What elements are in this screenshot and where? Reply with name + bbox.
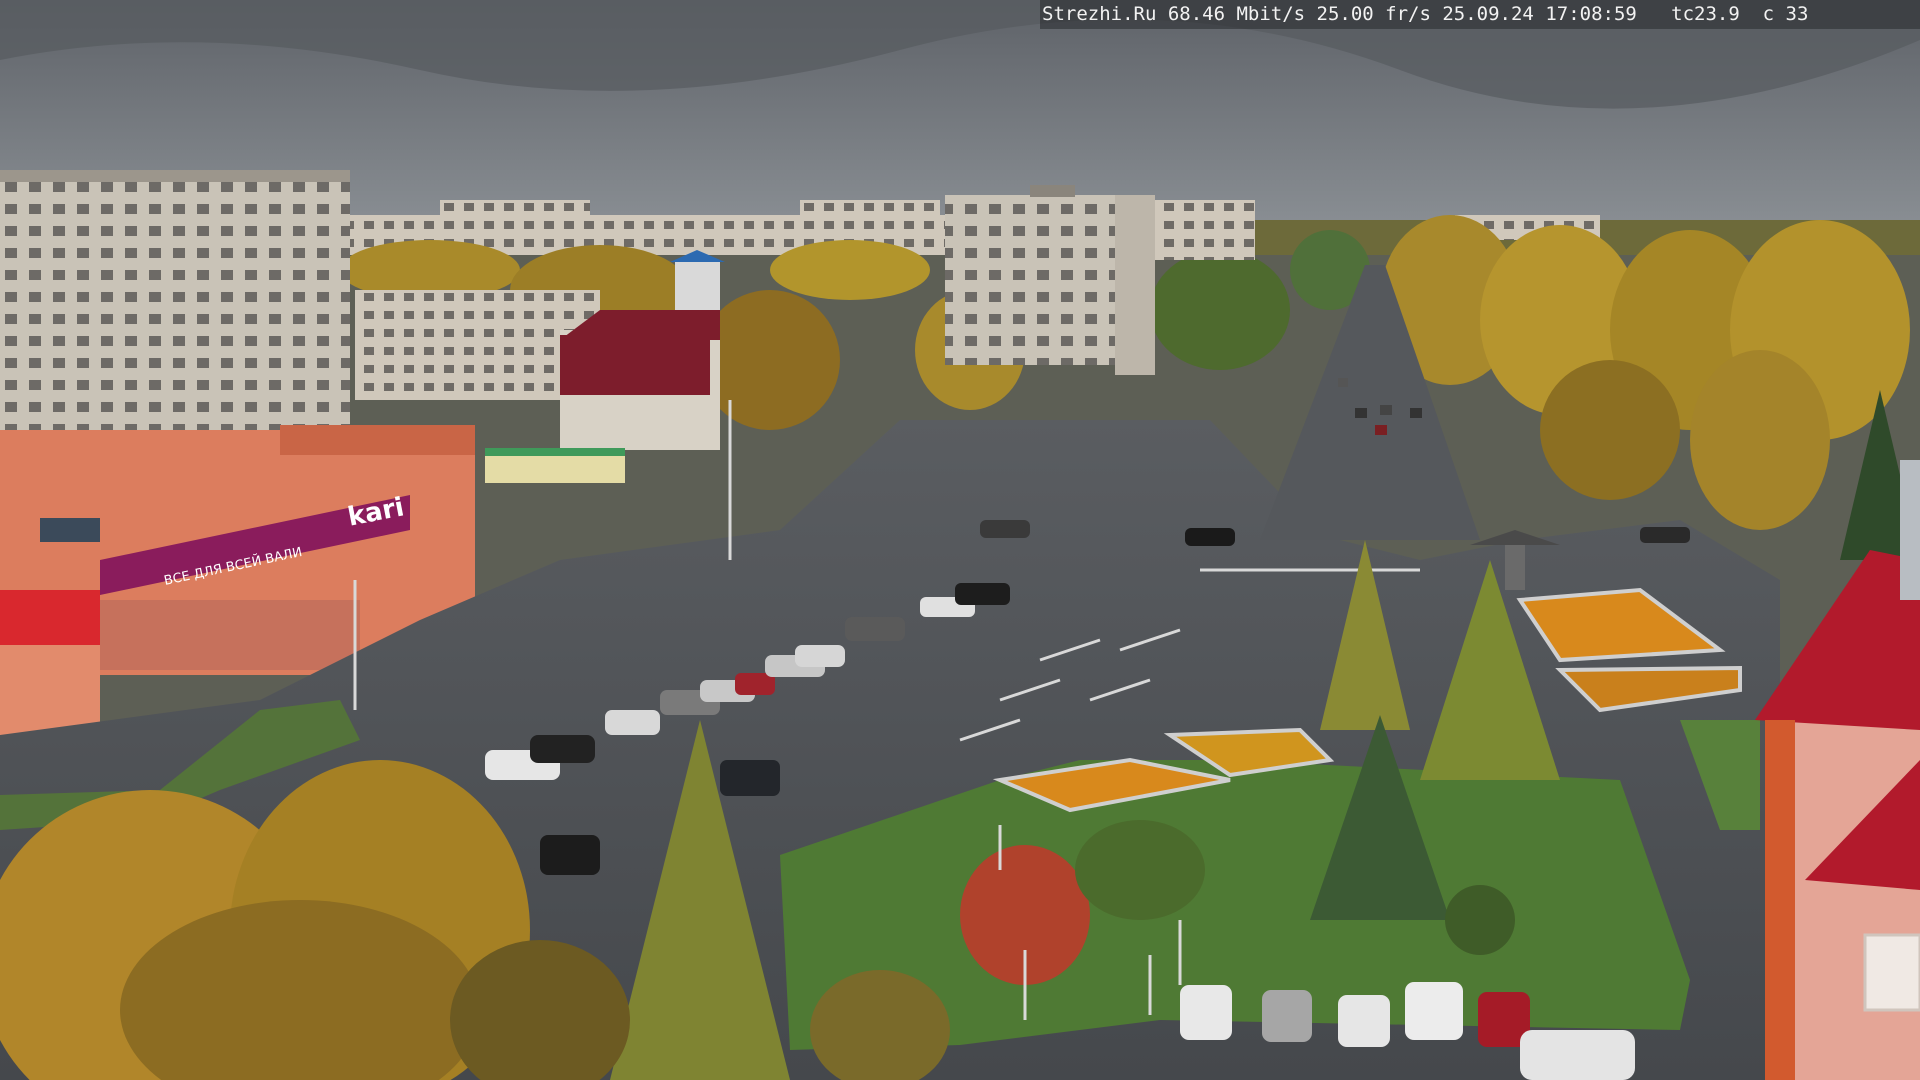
camera-status-overlay: Strezhi.Ru 68.46 Mbit/s 25.00 fr/s 25.09… [1040, 0, 1920, 29]
webcam-frame: kari ВСЕ ДЛЯ ВСЕЙ ВАЛИ Strezhi.Ru 68.46 … [0, 0, 1920, 1080]
city-square-view: kari ВСЕ ДЛЯ ВСЕЙ ВАЛИ [0, 0, 1920, 1080]
